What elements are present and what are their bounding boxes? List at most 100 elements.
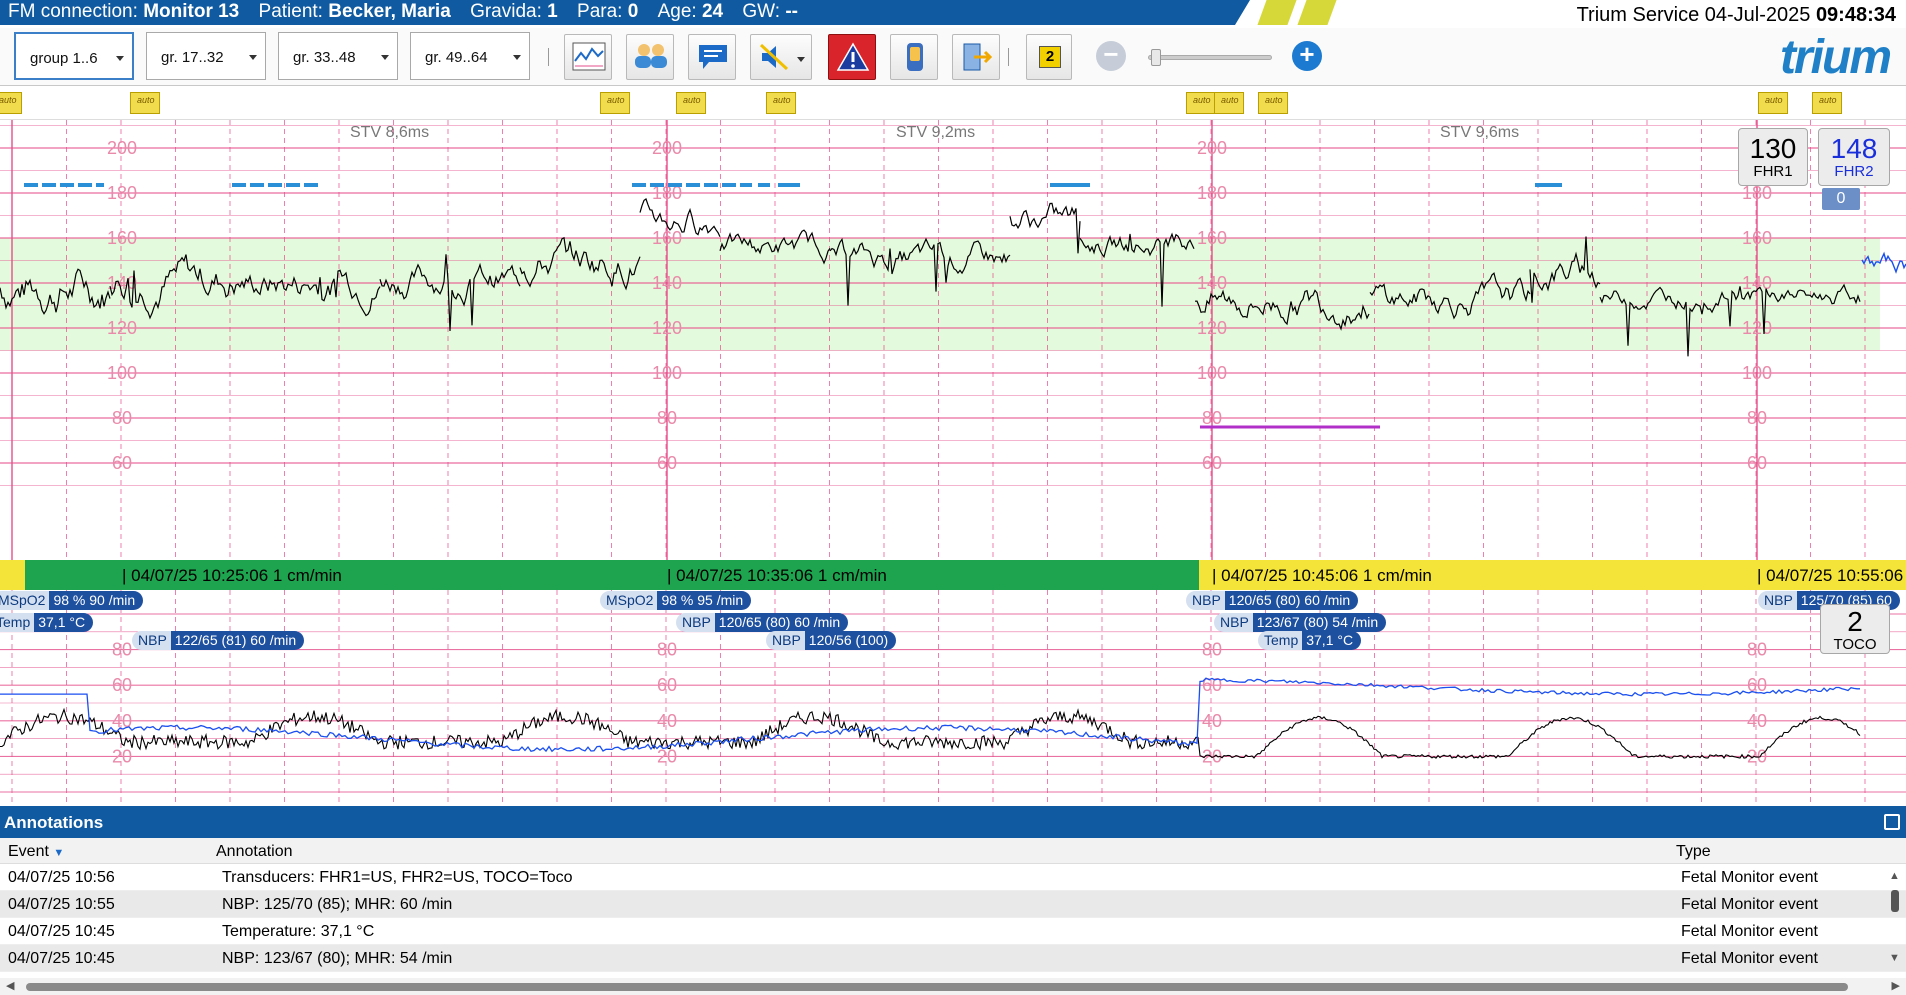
vital-key: NBP xyxy=(1758,591,1797,610)
normal-range-band xyxy=(0,238,1880,351)
vital-tag-nbp[interactable]: NBP 123/67 (80) 54 /min xyxy=(1214,613,1387,632)
sound-off-icon xyxy=(759,43,789,71)
vital-tag-temp[interactable]: Temp37,1 °C xyxy=(0,613,94,632)
annotation-row[interactable]: 04/07/25 10:56 Transducers: FHR1=US, FHR… xyxy=(0,864,1906,891)
patient-name: Becker, Maria xyxy=(328,1,451,22)
zoom-slider-handle[interactable] xyxy=(1151,49,1161,66)
vital-key: NBP xyxy=(676,613,715,632)
device-button[interactable] xyxy=(890,34,938,80)
vertical-scrollbar[interactable]: ▲ ▼ xyxy=(1888,870,1902,970)
annotation-row[interactable]: 04/07/25 10:45 Temperature: 37,1 °C Feta… xyxy=(0,918,1906,945)
column-header-event[interactable]: Event ▼ xyxy=(8,843,64,861)
alarm-button[interactable] xyxy=(828,34,876,80)
group-select-17-32[interactable]: gr. 17..32 xyxy=(146,32,266,80)
toolbar-divider xyxy=(548,48,549,66)
monitor-name: Monitor 13 xyxy=(143,1,240,22)
fhr-tick-label: 180 xyxy=(107,183,137,203)
connection-label: FM connection: xyxy=(8,1,138,22)
alarm-warning-icon xyxy=(836,42,870,71)
annotation-row[interactable]: 04/07/25 10:55 NBP: 125/70 (85); MHR: 60… xyxy=(0,891,1906,918)
group-select-1-6[interactable]: group 1..6 xyxy=(14,32,134,80)
exit-button[interactable] xyxy=(952,34,1000,80)
vital-key: NBP xyxy=(1186,591,1225,610)
auto-event-flag[interactable]: auto xyxy=(600,92,630,114)
current-time: 09:48:34 xyxy=(1815,4,1896,26)
trend-chart-button[interactable] xyxy=(564,34,612,80)
horizontal-scroll-thumb[interactable] xyxy=(26,983,1848,991)
auto-event-flag[interactable]: auto xyxy=(130,92,160,114)
vital-value: 120/56 (100) xyxy=(804,631,897,650)
vital-tag-nbp[interactable]: NBP 120/56 (100) xyxy=(766,631,897,650)
horizontal-scrollbar[interactable]: ◀ ▶ xyxy=(0,978,1906,995)
para-value: 0 xyxy=(627,1,639,22)
auto-event-flag[interactable]: auto xyxy=(766,92,796,114)
auto-event-flag[interactable]: auto xyxy=(1214,92,1244,114)
patients-overview-button[interactable] xyxy=(626,34,674,80)
vital-tag-temp[interactable]: Temp37,1 °C xyxy=(1258,631,1362,650)
fhr-tick-label: 60 xyxy=(657,453,677,473)
auto-event-flag[interactable]: auto xyxy=(1812,92,1842,114)
sound-menu-button[interactable] xyxy=(750,34,812,80)
zoom-in-button[interactable]: + xyxy=(1292,41,1322,71)
toco-tick-label: 80 xyxy=(1747,640,1767,660)
annotation-event: 04/07/25 10:45 xyxy=(8,950,115,967)
zoom-slider[interactable] xyxy=(1148,49,1272,66)
trend-chart-icon xyxy=(572,42,606,71)
column-header-annotation[interactable]: Annotation xyxy=(216,843,293,861)
vital-tag-nbp[interactable]: NBP 120/65 (80) 60 /min xyxy=(676,613,849,632)
auto-event-flag[interactable]: auto xyxy=(1758,92,1788,114)
fhr2-value-box[interactable]: 148 FHR2 xyxy=(1818,128,1890,186)
fhr-tick-label: 160 xyxy=(1197,228,1227,248)
stv-label: STV 9,2ms xyxy=(896,124,976,141)
annotation-row[interactable]: 04/07/25 10:45 NBP: 123/67 (80); MHR: 54… xyxy=(0,945,1906,972)
auto-event-flag[interactable]: auto xyxy=(1258,92,1288,114)
vertical-scroll-thumb[interactable] xyxy=(1891,890,1899,912)
group-select-33-48[interactable]: gr. 33..48 xyxy=(278,32,398,80)
fhr-chart[interactable]: 200 180 160 140 120 100 80 60 200 180 160 140 120 100… xyxy=(0,120,1906,560)
group-select-label: gr. 49..64 xyxy=(425,49,488,66)
fhr-tick-label: 80 xyxy=(1202,408,1222,428)
toco-value-box[interactable]: 2 TOCO xyxy=(1820,604,1890,654)
auto-event-flag[interactable]: auto xyxy=(0,92,22,114)
gravida-value: 1 xyxy=(547,1,558,22)
patients-overview-icon xyxy=(635,44,667,68)
vital-tag-nbp[interactable]: NBP 122/65 (81) 60 /min xyxy=(132,631,305,650)
vital-tag-mspo2[interactable]: MSpO2 98 % 95 /min xyxy=(600,591,752,610)
page-indicator-button[interactable]: 2 xyxy=(1026,34,1072,80)
device-icon xyxy=(907,43,923,71)
group-select-label: gr. 33..48 xyxy=(293,49,356,66)
fhr-tick-label: 80 xyxy=(1747,408,1767,428)
scroll-up-icon[interactable]: ▲ xyxy=(1889,870,1900,882)
vital-value: 98 % 95 /min xyxy=(657,591,752,610)
annotation-text: Transducers: FHR1=US, FHR2=US, TOCO=Toco xyxy=(222,869,573,886)
vital-tag-mspo2[interactable]: MSpO2 98 % 90 /min xyxy=(0,591,144,610)
annotation-text: NBP: 125/70 (85); MHR: 60 /min xyxy=(222,896,453,913)
stv-label: STV 9,6ms xyxy=(1440,124,1520,141)
scroll-right-icon[interactable]: ▶ xyxy=(1892,979,1900,992)
annotation-type: Fetal Monitor event xyxy=(1681,869,1818,886)
message-button[interactable] xyxy=(688,34,736,80)
minimize-icon[interactable] xyxy=(1884,814,1900,830)
fhr-tick-label: 160 xyxy=(652,228,682,248)
toolbar: group 1..6 gr. 17..32 gr. 33..48 gr. 49.… xyxy=(0,28,1906,86)
trium-logo: trium xyxy=(1780,31,1892,84)
zoom-out-button[interactable]: − xyxy=(1096,41,1126,71)
time-bar: | 04/07/25 10:25:06 1 cm/min | 04/07/25 … xyxy=(0,560,1906,590)
fhr-tick-label: 200 xyxy=(652,138,682,158)
group-select-label: group 1..6 xyxy=(30,50,98,67)
vital-tag-nbp[interactable]: NBP 120/65 (80) 60 /min xyxy=(1186,591,1359,610)
vital-value: 123/67 (80) 54 /min xyxy=(1252,613,1387,632)
column-header-type[interactable]: Type xyxy=(1676,843,1711,861)
toco-chart[interactable]: 80 60 40 20 80 60 40 20 80 60 40 20 80 60 40 20 MSpO2 98… xyxy=(0,590,1906,806)
toco-tick-label: 80 xyxy=(657,640,677,660)
annotation-event: 04/07/25 10:45 xyxy=(8,923,115,940)
scroll-left-icon[interactable]: ◀ xyxy=(6,979,14,992)
group-select-49-64[interactable]: gr. 49..64 xyxy=(410,32,530,80)
time-stamp: | 04/07/25 10:25:06 1 cm/min xyxy=(122,566,342,585)
auto-event-flag[interactable]: auto xyxy=(1186,92,1216,114)
fhr1-value-box[interactable]: 130 FHR1 xyxy=(1738,128,1808,186)
time-stamp: | 04/07/25 10:35:06 1 cm/min xyxy=(667,566,887,585)
auto-event-flag[interactable]: auto xyxy=(676,92,706,114)
scroll-down-icon[interactable]: ▼ xyxy=(1889,952,1900,964)
annotations-column-headers: Event ▼ Annotation Type xyxy=(0,838,1906,864)
